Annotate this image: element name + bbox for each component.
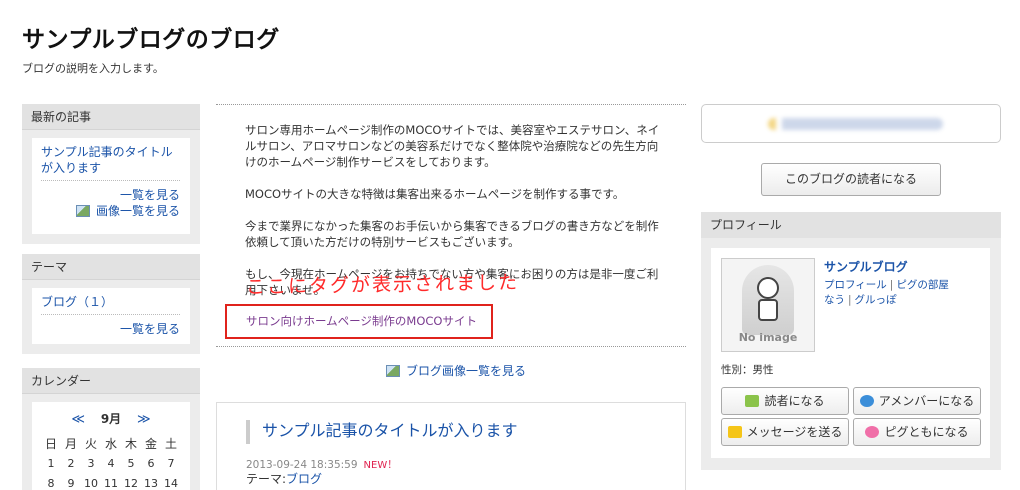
image-list-link[interactable]: 画像一覧を見る	[96, 204, 180, 218]
calendar-day: 3	[87, 456, 95, 470]
calendar-day: 12	[124, 476, 138, 490]
blurred-banner	[701, 104, 1001, 143]
weekday-tue: 火	[84, 436, 97, 451]
calendar-day: 9	[67, 476, 75, 490]
send-message-label: メッセージを送る	[746, 425, 843, 439]
calendar-day: 1	[47, 456, 55, 470]
calendar-day: 2	[67, 456, 75, 470]
recent-article-link[interactable]: サンプル記事のタイトルが入ります	[41, 145, 173, 175]
calendar-day: 8	[47, 476, 55, 490]
pig-room-link[interactable]: ピグの部屋	[896, 279, 949, 291]
calendar-widget: カレンダー ≪ 9月 ≫ 日 月 火 水 木 金 土 1 2 3 4 5 6 7…	[22, 368, 200, 490]
calendar-grid: 日 月 火 水 木 金 土 1 2 3 4 5 6 7 8 9 10 11 12…	[41, 433, 181, 490]
profile-gender: 性別：男性	[721, 364, 774, 376]
entry-theme-link[interactable]: ブログ	[286, 472, 322, 486]
free-area-paragraph: MOCOサイトの大きな特徴は集客出来るホームページを制作する事です。	[245, 187, 625, 201]
pig-icon	[865, 426, 880, 438]
blog-title[interactable]: サンプルブログのブログ	[22, 20, 280, 54]
free-area-paragraph: サロン専用ホームページ制作のMOCOサイトでは、美容室やエステサロン、ネイルサロ…	[245, 123, 660, 169]
calendar-day: 10	[84, 476, 98, 490]
reader-button-label: 読者になる	[764, 394, 825, 408]
amember-button[interactable]: アメンバーになる	[853, 387, 981, 415]
recent-articles-widget: 最新の記事 サンプル記事のタイトルが入ります 一覧を見る 画像一覧を見る	[22, 104, 200, 244]
no-image-label: No image	[738, 331, 798, 344]
pigtomo-button-label: ピグともになる	[884, 425, 969, 439]
profile-widget: プロフィール No image サンプルブログ プロフィール | ピグの部屋 なう |…	[701, 212, 1001, 470]
free-area-paragraph: 今まで業界になかった集客のお手伝いから集客できるブログの書き方などを制作依頼して…	[245, 219, 659, 249]
theme-heading: テーマ	[22, 254, 200, 280]
calendar-day: 6	[147, 456, 155, 470]
image-icon	[75, 205, 90, 217]
calendar-day: 11	[104, 476, 118, 490]
become-reader-button[interactable]: このブログの読者になる	[761, 163, 941, 196]
blog-description: ブログの説明を入力します。	[22, 62, 164, 75]
calendar-prev-button[interactable]: ≪	[71, 412, 85, 427]
calendar-day: 13	[144, 476, 158, 490]
weekday-fri: 金	[144, 436, 157, 451]
recent-articles-heading: 最新の記事	[22, 104, 200, 130]
weekday-sun: 日	[44, 436, 57, 451]
weekday-thu: 木	[124, 436, 137, 451]
book-icon	[745, 395, 760, 407]
send-message-button[interactable]: メッセージを送る	[721, 418, 849, 446]
blog-image-list-link[interactable]: ブログ画像一覧を見る	[386, 362, 526, 379]
amember-icon	[859, 395, 874, 407]
calendar-day: 4	[107, 456, 115, 470]
annotation-text: ここにタグが表示されました	[245, 271, 520, 299]
theme-item-blog[interactable]: ブログ（１）	[41, 295, 113, 309]
profile-heading: プロフィール	[701, 212, 1001, 238]
pigtomo-button[interactable]: ピグともになる	[853, 418, 981, 446]
profile-link[interactable]: プロフィール	[824, 279, 887, 291]
content-divider-top	[216, 104, 686, 105]
profile-name[interactable]: サンプルブログ	[824, 258, 908, 275]
avatar[interactable]: No image	[721, 258, 815, 352]
calendar-next-button[interactable]: ≫	[137, 412, 151, 427]
entry-date: 2013-09-24 18:35:59 NEW！	[246, 456, 397, 471]
reader-button[interactable]: 読者になる	[721, 387, 849, 415]
weekday-wed: 水	[104, 436, 117, 451]
calendar-heading: カレンダー	[22, 368, 200, 394]
entry-theme: テーマ:ブログ	[246, 470, 322, 487]
blurred-content	[768, 118, 943, 130]
recent-list-link[interactable]: 一覧を見る	[120, 188, 180, 202]
weekday-sat: 土	[164, 436, 177, 451]
theme-widget: テーマ ブログ（１） 一覧を見る	[22, 254, 200, 354]
profile-links: プロフィール | ピグの部屋 なう | グルっぽ	[824, 279, 949, 306]
entry-theme-label: テーマ:	[246, 472, 287, 486]
blog-image-list-label: ブログ画像一覧を見る	[406, 364, 527, 378]
envelope-icon	[727, 426, 742, 438]
calendar-day: 5	[127, 456, 135, 470]
content-divider-bottom	[216, 346, 686, 347]
gurupo-link[interactable]: グルっぽ	[855, 294, 897, 306]
calendar-day: 14	[164, 476, 178, 490]
new-badge: NEW！	[363, 460, 398, 471]
calendar-month: 9月	[100, 412, 122, 426]
image-icon	[386, 365, 400, 377]
weekday-mon: 月	[64, 436, 77, 451]
tag-link-moco[interactable]: サロン向けホームページ制作のMOCOサイト	[246, 313, 477, 329]
now-link[interactable]: なう	[824, 294, 845, 306]
theme-list-link[interactable]: 一覧を見る	[120, 322, 180, 336]
calendar-day: 7	[167, 456, 175, 470]
amember-button-label: アメンバーになる	[878, 394, 975, 408]
entry-title[interactable]: サンプル記事のタイトルが入ります	[246, 420, 518, 444]
